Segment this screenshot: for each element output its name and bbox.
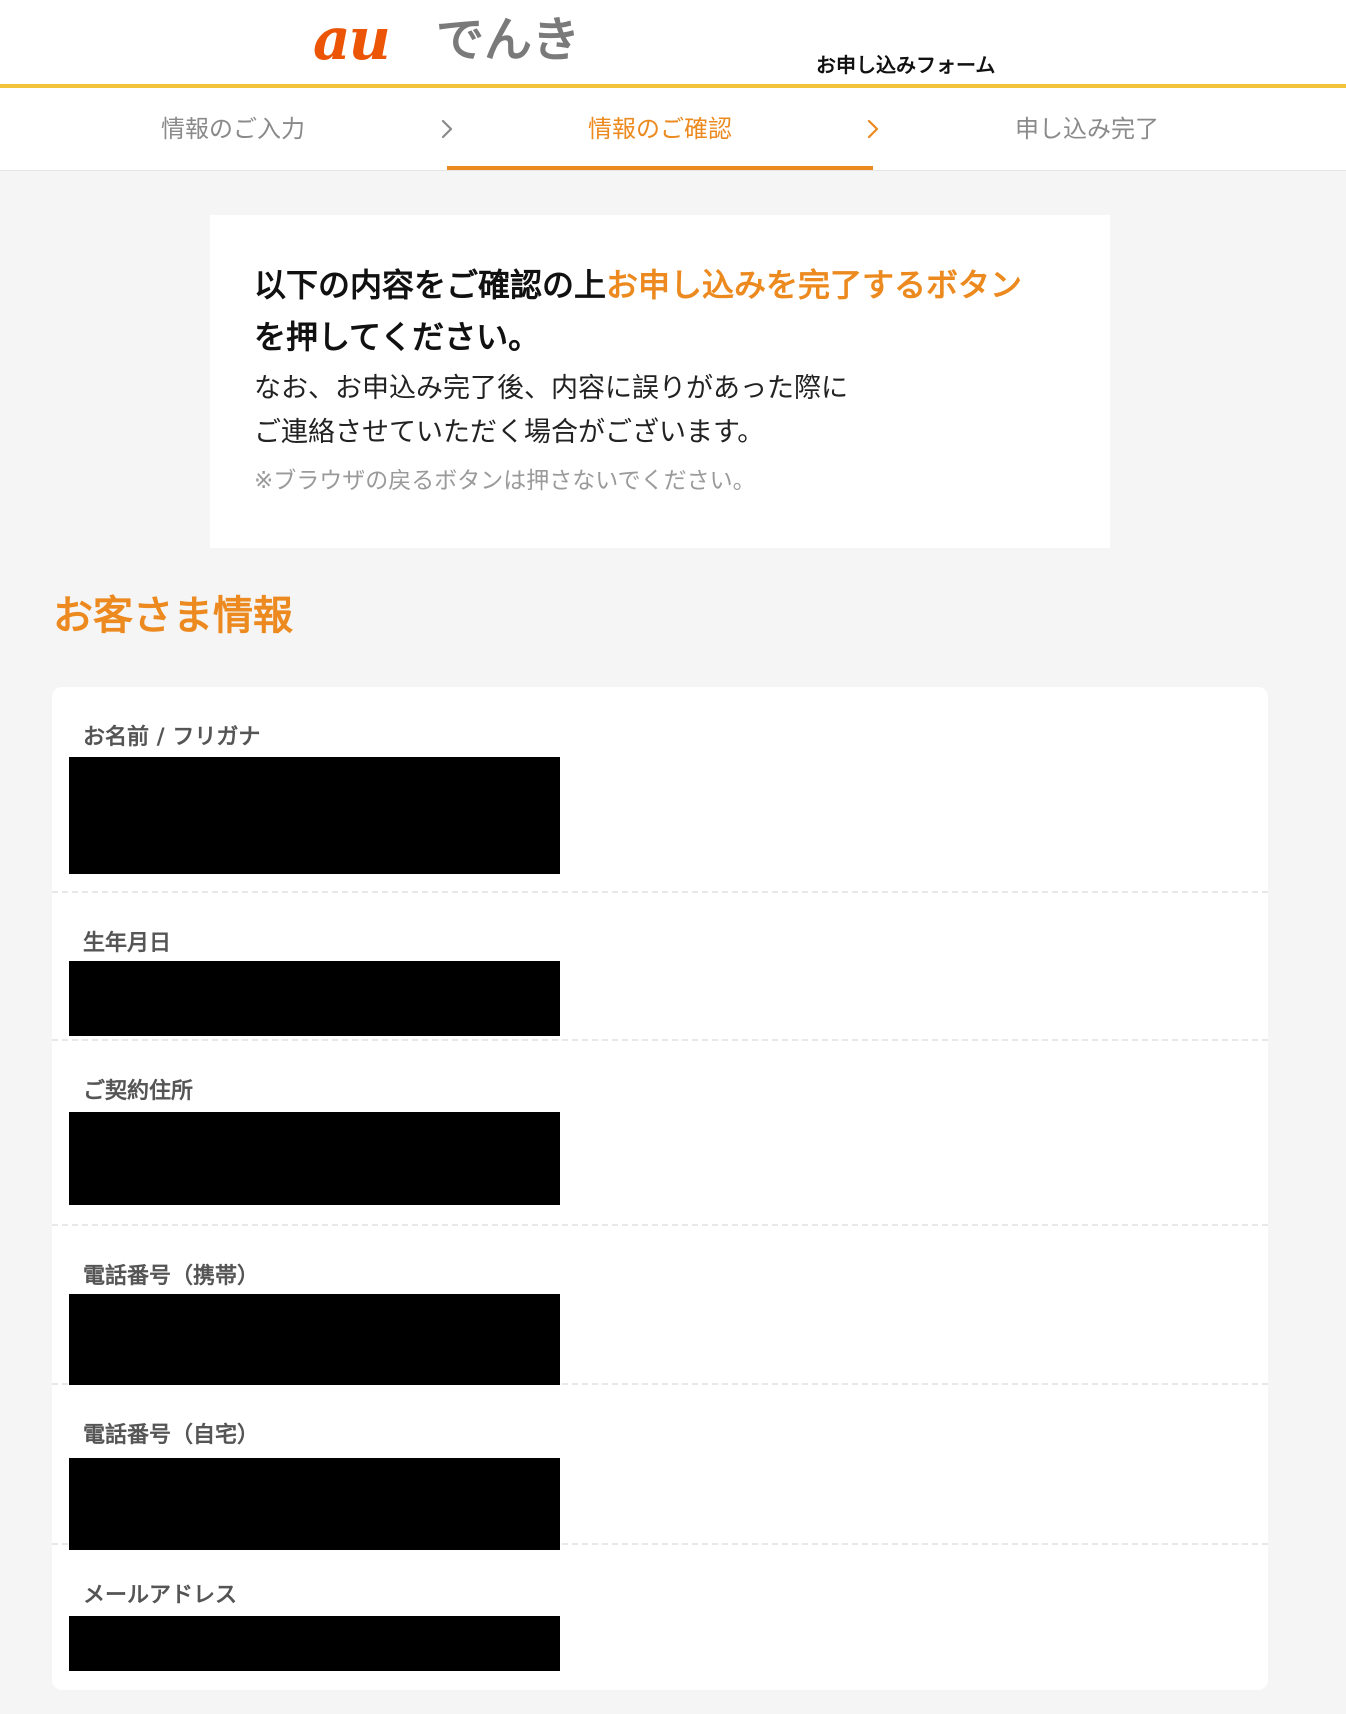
notice-lead-suffix: を押してください。	[254, 318, 541, 356]
field-label-mobile-phone: 電話番号（携帯）	[83, 1264, 260, 1289]
notice-lead: 以下の内容をご確認の上お申し込みを完了するボタンを押してください。	[254, 259, 1070, 363]
notice-warning: ※ブラウザの戻るボタンは押さないでください。	[254, 468, 756, 494]
field-row-birthdate: 生年月日	[52, 893, 1268, 1041]
field-row-email: メールアドレス	[52, 1545, 1268, 1690]
notice-body-line2: ご連絡させていただく場合がございます。	[254, 417, 765, 448]
form-title: お申し込みフォーム	[816, 53, 996, 77]
field-row-mobile-phone: 電話番号（携帯）	[52, 1226, 1268, 1385]
field-label-name: お名前 / フリガナ	[83, 725, 261, 750]
section-title-customer-info: お客さま情報	[53, 593, 293, 639]
step-complete: 申し込み完了	[1015, 115, 1159, 143]
field-value-email-redacted	[69, 1616, 560, 1671]
field-label-address: ご契約住所	[83, 1079, 194, 1104]
field-label-home-phone: 電話番号（自宅）	[83, 1423, 260, 1448]
field-label-email: メールアドレス	[83, 1583, 238, 1608]
notice-lead-highlight: お申し込みを完了するボタン	[606, 266, 1023, 304]
field-value-birthdate-redacted	[69, 961, 560, 1036]
customer-info-card: お名前 / フリガナ 生年月日 ご契約住所 電話番号（携帯） 電話番号（自宅） …	[52, 687, 1268, 1690]
notice-lead-prefix: 以下の内容をご確認の上	[254, 266, 607, 304]
field-row-home-phone: 電話番号（自宅）	[52, 1385, 1268, 1550]
step-progress: 情報のご入力 情報のご確認 申し込み完了	[0, 88, 1346, 171]
field-label-birthdate: 生年月日	[83, 931, 172, 956]
field-value-mobile-phone-redacted	[69, 1294, 560, 1385]
field-value-address-redacted	[69, 1112, 560, 1205]
step-input: 情報のご入力	[161, 115, 305, 143]
brand-logo-denki: でんき	[436, 12, 581, 68]
field-row-name: お名前 / フリガナ	[52, 687, 1268, 893]
field-row-address: ご契約住所	[52, 1041, 1268, 1226]
field-value-home-phone-redacted	[69, 1458, 560, 1550]
confirmation-notice: 以下の内容をご確認の上お申し込みを完了するボタンを押してください。 なお、お申込…	[210, 215, 1110, 548]
field-value-name-redacted	[69, 757, 560, 874]
notice-body: なお、お申込み完了後、内容に誤りがあった際に ご連絡させていただく場合がございます…	[254, 367, 1070, 455]
notice-body-line1: なお、お申込み完了後、内容に誤りがあった際に	[254, 373, 848, 404]
step-confirm: 情報のご確認	[447, 88, 873, 170]
brand-logo-au[interactable]: au	[313, 6, 391, 72]
site-header: au でんき お申し込みフォーム	[0, 0, 1346, 88]
